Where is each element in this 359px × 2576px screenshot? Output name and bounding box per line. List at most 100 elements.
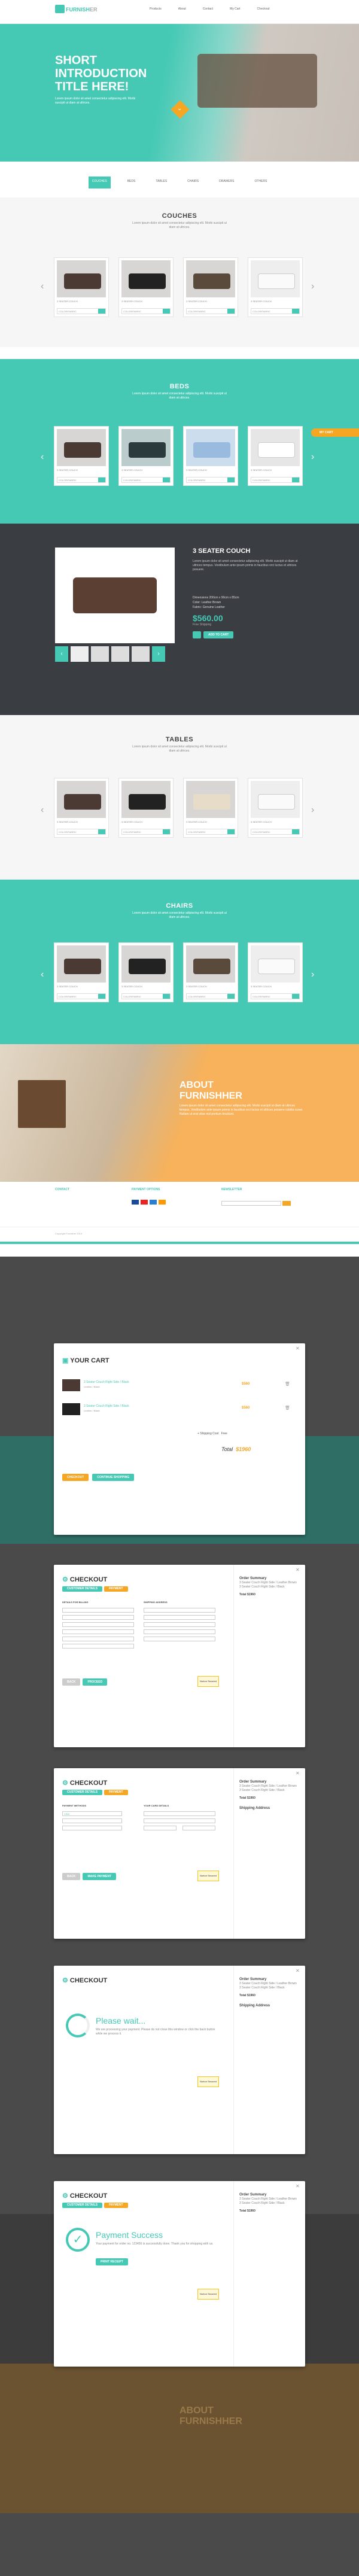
shipping-field[interactable] <box>144 1629 215 1634</box>
newsletter-submit-button[interactable] <box>282 1201 291 1206</box>
billing-field[interactable] <box>62 1608 134 1613</box>
cart-item-name[interactable]: 3 Seater Couch Right Side / Black <box>84 1404 129 1408</box>
print-receipt-button[interactable]: PRINT RECEIPT <box>96 2258 129 2265</box>
card-name-field[interactable] <box>144 1818 215 1823</box>
back-button[interactable]: BACK <box>62 1873 81 1880</box>
product-card[interactable]: 3 SEATER COUCH COLOR/FABRIC <box>118 778 174 838</box>
category-tables[interactable]: TABLES <box>152 177 171 188</box>
section-text: Lorem ipsum dolor sit amet consectetur a… <box>132 745 227 753</box>
check-icon: ✓ <box>66 2228 90 2252</box>
prev-arrow-icon[interactable]: ‹ <box>41 452 44 463</box>
shipping-field[interactable] <box>144 1615 215 1620</box>
thumbnail[interactable] <box>91 646 109 662</box>
product-card[interactable]: 3 SEATER COUCH COLOR/FABRIC <box>118 426 174 486</box>
prev-arrow-icon[interactable]: ‹ <box>55 646 68 662</box>
product-card[interactable]: 3 SEATER COUCH COLOR/FABRIC <box>183 257 238 317</box>
close-icon[interactable]: ✕ <box>296 1968 300 1973</box>
product-card[interactable]: 3 SEATER COUCH COLOR/FABRIC <box>118 942 174 1002</box>
nav-my-cart[interactable]: My Cart <box>230 7 241 13</box>
close-icon[interactable]: ✕ <box>296 1346 300 1351</box>
product-card[interactable]: 3 SEATER COUCH COLOR/FABRIC <box>54 778 109 838</box>
nav-checkout[interactable]: Checkout <box>257 7 270 13</box>
product-card[interactable]: 3 SEATER COUCH COLOR/FABRIC <box>248 778 303 838</box>
step-payment[interactable]: PAYMENT <box>104 1586 128 1592</box>
payment-method-visa[interactable]: VISA <box>62 1811 122 1816</box>
norton-secured-badge: Norton Secured <box>197 2076 219 2087</box>
nav-products[interactable]: Products <box>150 7 162 13</box>
category-beds[interactable]: BEDS <box>124 177 139 188</box>
nav-contact[interactable]: Contact <box>203 7 213 13</box>
product-card[interactable]: 3 SEATER COUCH COLOR/FABRIC <box>248 942 303 1002</box>
product-card[interactable]: 3 SEATER COUCH COLOR/FABRIC <box>183 426 238 486</box>
shipping-field[interactable] <box>144 1608 215 1613</box>
trash-icon[interactable]: 🗑 <box>285 1406 290 1410</box>
step-customer-details[interactable]: CUSTOMER DETAILS <box>62 1586 102 1592</box>
product-card[interactable]: 3 SEATER COUCH COLOR/FABRIC <box>183 778 238 838</box>
thumbnail[interactable] <box>71 646 89 662</box>
category-couches[interactable]: COUCHES <box>88 177 111 188</box>
checkout-details-modal: ✕ ⚙ CHECKOUT CUSTOMER DETAILS PAYMENT DE… <box>54 1565 305 1747</box>
product-card[interactable]: 3 SEATER COUCH COLOR/FABRIC <box>118 257 174 317</box>
processing-message: Please wait... <box>96 2016 146 2025</box>
billing-field[interactable] <box>62 1615 134 1620</box>
next-arrow-icon[interactable]: › <box>311 969 314 980</box>
payment-method[interactable] <box>62 1826 122 1830</box>
make-payment-button[interactable]: MAKE PAYMENT <box>83 1873 117 1880</box>
footer-accent <box>0 1242 359 1244</box>
order-summary: Order Summary 3 Seater Couch Right Side … <box>239 1978 297 2008</box>
logo[interactable]: FURNISHER <box>66 7 98 13</box>
shipping-field[interactable] <box>144 1637 215 1641</box>
category-drawers[interactable]: DRAWERS <box>215 177 238 188</box>
prev-arrow-icon[interactable]: ‹ <box>41 805 44 816</box>
close-icon[interactable]: ✕ <box>296 2183 300 2189</box>
card-number-field[interactable] <box>144 1811 215 1816</box>
my-cart-side-tab[interactable]: MY CART <box>311 428 359 437</box>
product-card[interactable]: 3 SEATER COUCH COLOR/FABRIC <box>248 257 303 317</box>
logo-icon <box>55 5 65 13</box>
trash-icon[interactable]: 🗑 <box>285 1382 290 1386</box>
section-text: Lorem ipsum dolor sit amet consectetur a… <box>132 911 227 919</box>
newsletter-input[interactable] <box>221 1201 281 1206</box>
next-arrow-icon[interactable]: › <box>311 452 314 463</box>
continue-shopping-button[interactable]: CONTINUE SHOPPING <box>92 1474 135 1481</box>
thumbnail[interactable] <box>111 646 129 662</box>
category-chairs[interactable]: CHAIRS <box>184 177 202 188</box>
close-icon[interactable]: ✕ <box>296 1771 300 1776</box>
product-name: 3 SEATER COUCH <box>57 300 78 303</box>
next-arrow-icon[interactable]: › <box>311 281 314 292</box>
add-to-cart-button[interactable]: ADD TO CART <box>203 631 234 638</box>
card-expiry-field[interactable] <box>144 1826 177 1830</box>
proceed-button[interactable]: PROCEED <box>83 1678 108 1686</box>
site-footer: CONTACT PAYMENT OPTIONS NEWSLETTER <box>0 1182 359 1227</box>
billing-field[interactable] <box>62 1644 134 1649</box>
billing-field[interactable] <box>62 1622 134 1627</box>
cart-icon[interactable] <box>193 631 201 638</box>
chairs-section: CHAIRS Lorem ipsum dolor sit amet consec… <box>0 880 359 1044</box>
shipping-field[interactable] <box>144 1622 215 1627</box>
billing-field[interactable] <box>62 1637 134 1641</box>
payment-method[interactable] <box>62 1818 122 1823</box>
footer-contact-title: CONTACT <box>55 1188 70 1191</box>
product-card[interactable]: 3 SEATER COUCH COLOR/FABRIC <box>54 942 109 1002</box>
card-cvv-field[interactable] <box>182 1826 215 1830</box>
prev-arrow-icon[interactable]: ‹ <box>41 281 44 292</box>
cart-item-image <box>62 1379 80 1391</box>
checkout-button[interactable]: CHECKOUT <box>62 1474 89 1481</box>
thumbnail[interactable] <box>132 646 150 662</box>
next-arrow-icon[interactable]: › <box>152 646 165 662</box>
prev-arrow-icon[interactable]: ‹ <box>41 969 44 980</box>
option-select[interactable]: COLOR/FABRIC <box>57 308 106 314</box>
nav-about[interactable]: About <box>178 7 186 13</box>
cart-item-name[interactable]: 3 Seater Couch Right Side / Black <box>84 1380 129 1384</box>
product-card[interactable]: 3 SEATER COUCH COLOR/FABRIC <box>183 942 238 1002</box>
product-card[interactable]: 3 SEATER COUCH COLOR/FABRIC <box>54 426 109 486</box>
category-others[interactable]: OTHERS <box>251 177 270 188</box>
billing-field[interactable] <box>62 1629 134 1634</box>
back-button[interactable]: BACK <box>62 1678 81 1686</box>
close-icon[interactable]: ✕ <box>296 1567 300 1573</box>
next-arrow-icon[interactable]: › <box>311 805 314 816</box>
section-text: Lorem ipsum dolor sit amet consectetur a… <box>132 221 227 229</box>
product-card[interactable]: 3 SEATER COUCH COLOR/FABRIC <box>54 257 109 317</box>
product-card[interactable]: 3 SEATER COUCH COLOR/FABRIC <box>248 426 303 486</box>
cart-actions: CHECKOUT CONTINUE SHOPPING <box>62 1474 135 1481</box>
